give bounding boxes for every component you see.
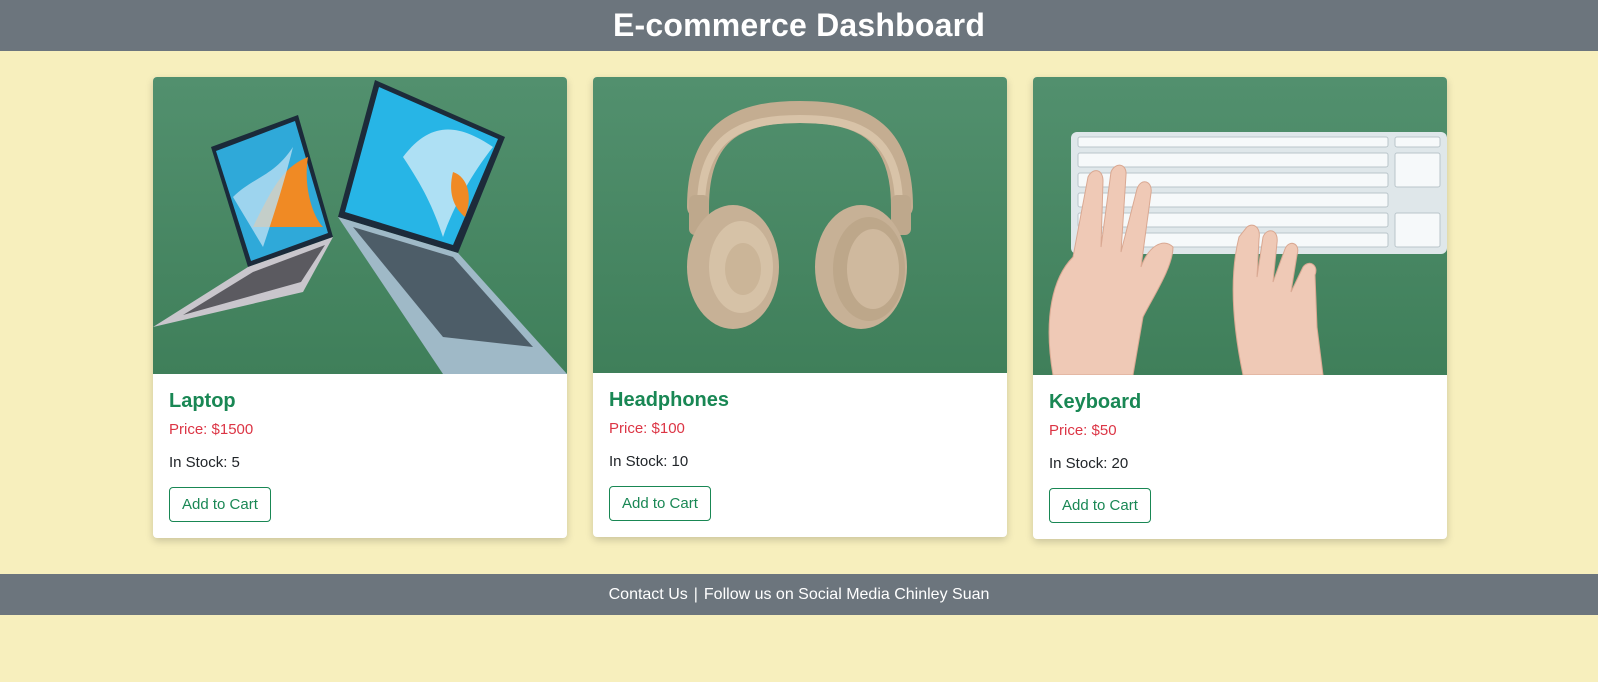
card-body: Laptop Price: $1500 In Stock: 5 Add to C… — [153, 374, 567, 538]
product-price: Price: $1500 — [169, 421, 254, 438]
social-media-text: Follow us on Social Media Chinley Suan — [703, 585, 990, 603]
add-to-cart-button[interactable]: Add to Cart — [169, 487, 271, 522]
product-name: Keyboard — [1049, 391, 1142, 413]
top-header: E-commerce Dashboard — [0, 0, 1598, 51]
product-card-keyboard: Keyboard Price: $50 In Stock: 20 Add to … — [1033, 77, 1447, 539]
product-grid: Laptop Price: $1500 In Stock: 5 Add to C… — [0, 51, 1598, 574]
add-to-cart-button[interactable]: Add to Cart — [609, 486, 711, 521]
laptop-image — [153, 77, 567, 374]
product-stock: In Stock: 10 — [609, 453, 689, 470]
add-to-cart-button[interactable]: Add to Cart — [1049, 488, 1151, 523]
product-stock: In Stock: 20 — [1049, 455, 1129, 472]
product-card-headphones: Headphones Price: $100 In Stock: 10 Add … — [593, 77, 1007, 537]
card-body: Keyboard Price: $50 In Stock: 20 Add to … — [1033, 375, 1447, 539]
page-title: E-commerce Dashboard — [612, 7, 986, 43]
product-name: Laptop — [169, 390, 236, 412]
keyboard-image — [1033, 77, 1447, 375]
footer-separator: | — [693, 585, 698, 603]
card-body: Headphones Price: $100 In Stock: 10 Add … — [593, 373, 1007, 537]
product-price: Price: $50 — [1049, 422, 1117, 439]
contact-us-link[interactable]: Contact Us — [609, 586, 688, 604]
headphones-image — [593, 77, 1007, 373]
product-card-laptop: Laptop Price: $1500 In Stock: 5 Add to C… — [153, 77, 567, 538]
page-footer: Contact Us | Follow us on Social Media C… — [0, 574, 1598, 615]
product-price: Price: $100 — [609, 420, 685, 437]
product-name: Headphones — [609, 389, 730, 411]
product-stock: In Stock: 5 — [169, 454, 240, 471]
